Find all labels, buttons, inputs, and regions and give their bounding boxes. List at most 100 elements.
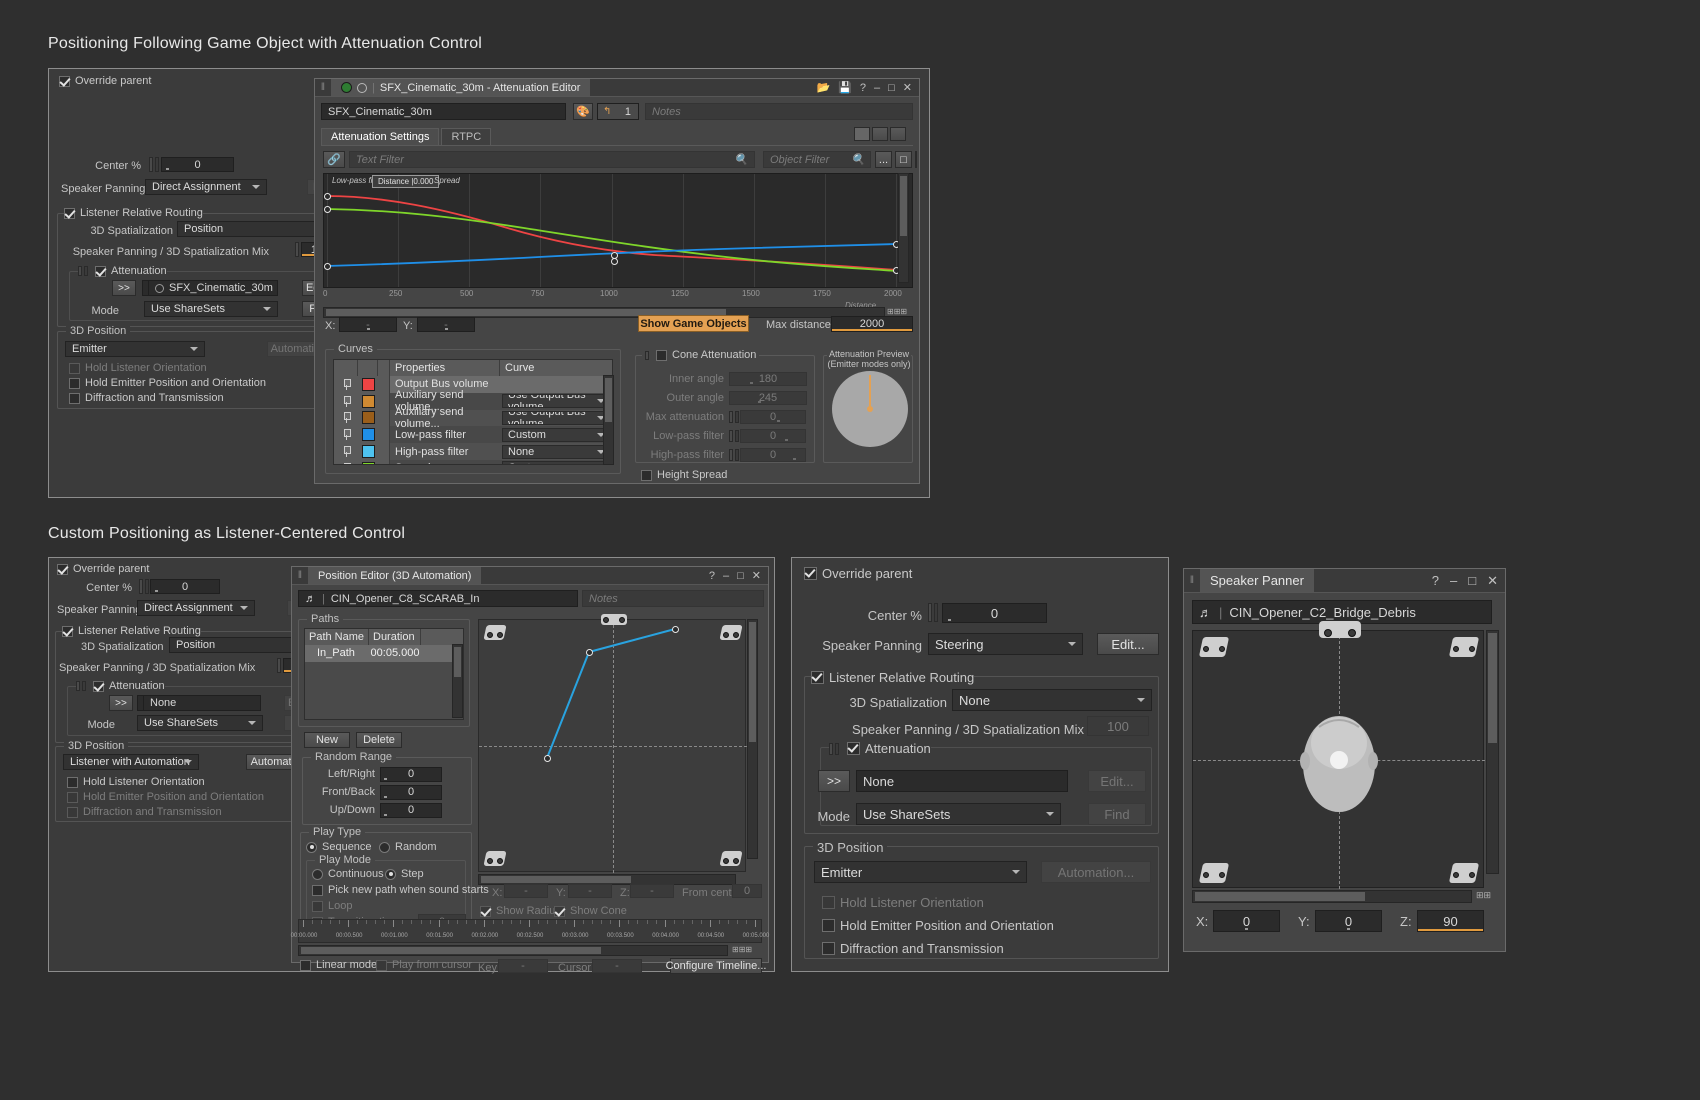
graph-vscrollbar[interactable] bbox=[898, 173, 909, 283]
center-slider-3[interactable] bbox=[928, 603, 938, 622]
window-grip-icon[interactable]: ‖ bbox=[292, 567, 308, 584]
canvas-vscrollbar[interactable] bbox=[747, 619, 758, 859]
curve-knob[interactable] bbox=[324, 263, 331, 270]
show-game-objects-button[interactable]: Show Game Objects bbox=[638, 315, 749, 332]
override-parent-checkbox-1[interactable]: Override parent bbox=[59, 75, 151, 87]
window-grip-icon[interactable]: ‖ bbox=[315, 79, 331, 96]
view-layout-3-button[interactable] bbox=[890, 127, 906, 141]
attenuation-name-field-2[interactable]: None bbox=[143, 695, 261, 711]
curve-color-swatch[interactable] bbox=[358, 426, 378, 444]
attenuation-edit-button-3[interactable]: Edit... bbox=[1088, 770, 1146, 792]
filter-toggle-button[interactable]: □ bbox=[895, 151, 912, 168]
close-icon[interactable]: ✕ bbox=[1487, 573, 1498, 589]
canvas-x-field[interactable]: - bbox=[504, 884, 548, 898]
pin-icon[interactable] bbox=[334, 459, 358, 464]
hold-listener-checkbox-2[interactable]: Hold Listener Orientation bbox=[67, 776, 205, 788]
attenuation-preview-dial[interactable] bbox=[832, 371, 908, 447]
hold-listener-checkbox-1[interactable]: Hold Listener Orientation bbox=[69, 362, 207, 374]
curve-knob[interactable] bbox=[324, 206, 331, 213]
mode-combo-2[interactable]: Use ShareSets bbox=[137, 715, 263, 731]
panner-zoom-controls[interactable]: ⊞⊞ bbox=[1476, 890, 1491, 901]
attenuation-checkbox-1[interactable]: Attenuation bbox=[78, 265, 167, 277]
cone-row-field[interactable]: 245 bbox=[729, 390, 807, 405]
play-mode-step-radio[interactable]: Step bbox=[385, 868, 424, 880]
help-icon[interactable]: ? bbox=[709, 570, 715, 582]
color-palette-button[interactable]: 🎨 bbox=[573, 103, 593, 120]
center-slider-1[interactable] bbox=[149, 157, 159, 172]
link-button[interactable]: 🔗 bbox=[323, 151, 345, 168]
attenuation-browse-button-2[interactable]: >> bbox=[109, 695, 133, 711]
pin-icon[interactable] bbox=[334, 426, 358, 444]
cone-row-field[interactable]: 0 bbox=[740, 447, 806, 462]
curve-combo[interactable]: Use Output Bus volume bbox=[502, 394, 610, 409]
paths-vscrollbar[interactable] bbox=[452, 644, 463, 718]
speaker-panning-combo-2[interactable]: Direct Assignment bbox=[137, 600, 255, 616]
hold-emitter-checkbox-1[interactable]: Hold Emitter Position and Orientation bbox=[69, 377, 266, 389]
canvas-y-field[interactable]: - bbox=[568, 884, 612, 898]
table-row[interactable]: Auxiliary send volume... Use Output Bus v… bbox=[334, 406, 612, 430]
configure-timeline-button[interactable]: Configure Timeline... bbox=[666, 958, 766, 974]
curve-color-swatch[interactable] bbox=[358, 409, 378, 427]
cone-attenuation-checkbox[interactable]: Cone Attenuation bbox=[645, 349, 756, 361]
linear-mode-checkbox[interactable]: Linear mode bbox=[300, 959, 377, 971]
cursor-field[interactable]: - bbox=[592, 959, 642, 973]
panner-x-field[interactable]: 0 bbox=[1213, 910, 1280, 932]
panner-hscrollbar[interactable] bbox=[1192, 890, 1472, 903]
shareset-count-field[interactable]: ↰ 1 bbox=[597, 103, 639, 120]
listener-relative-routing-checkbox-3[interactable]: Listener Relative Routing bbox=[811, 670, 974, 685]
graph-x-readout-field[interactable]: - bbox=[339, 317, 397, 332]
center-percent-field-3[interactable]: 0 bbox=[942, 603, 1047, 623]
diffraction-checkbox-1[interactable]: Diffraction and Transmission bbox=[69, 392, 224, 404]
canvas-z-field[interactable]: - bbox=[630, 884, 674, 898]
play-from-cursor-checkbox[interactable]: Play from cursor bbox=[376, 959, 472, 971]
maximize-icon[interactable]: □ bbox=[888, 82, 895, 94]
cone-row-field[interactable]: 180 bbox=[729, 371, 807, 386]
curve-combo[interactable]: Use Output Bus volume bbox=[502, 410, 610, 425]
help-icon[interactable]: ? bbox=[860, 82, 866, 94]
attenuation-checkbox-3[interactable]: Attenuation bbox=[829, 741, 931, 756]
position-editor-tab[interactable]: Position Editor (3D Automation) bbox=[308, 567, 482, 584]
3d-position-combo-3[interactable]: Emitter bbox=[814, 861, 1027, 883]
speaker-panning-combo-3[interactable]: Steering bbox=[928, 633, 1083, 655]
close-icon[interactable]: ✕ bbox=[752, 569, 761, 582]
speaker-panning-combo-1[interactable]: Direct Assignment bbox=[145, 179, 267, 195]
timeline-ruler[interactable]: 00:00.000 00:00.500 00:01.000 00:01.500 00:0… bbox=[291, 919, 769, 943]
mix-slider-handle-1[interactable] bbox=[295, 242, 299, 257]
help-icon[interactable]: ? bbox=[1432, 573, 1439, 588]
hold-emitter-checkbox-2[interactable]: Hold Emitter Position and Orientation bbox=[67, 791, 264, 803]
listener-relative-routing-checkbox-2[interactable]: Listener Relative Routing bbox=[62, 625, 201, 637]
pin-icon[interactable] bbox=[334, 376, 358, 393]
paths-table[interactable]: Path Name Duration In_Path 00:05.000 bbox=[304, 628, 464, 720]
save-icon[interactable]: 💾 bbox=[838, 81, 852, 94]
tab-rtpc[interactable]: RTPC bbox=[441, 128, 492, 146]
view-layout-1-button[interactable] bbox=[854, 127, 870, 141]
path-point[interactable] bbox=[586, 649, 593, 656]
pin-icon[interactable] bbox=[334, 409, 358, 427]
close-icon[interactable]: ✕ bbox=[903, 81, 912, 94]
loop-checkbox[interactable]: Loop bbox=[312, 900, 352, 912]
maximize-icon[interactable]: □ bbox=[737, 570, 744, 582]
path-point[interactable] bbox=[672, 626, 679, 633]
max-distance-field[interactable]: 2000 bbox=[831, 316, 913, 332]
automation-button-3[interactable]: Automation... bbox=[1041, 861, 1151, 883]
speaker-panner-canvas[interactable] bbox=[1192, 621, 1485, 889]
folder-icon[interactable]: 📂 bbox=[816, 81, 830, 94]
path-canvas[interactable] bbox=[478, 614, 747, 873]
pin-icon[interactable] bbox=[334, 392, 358, 410]
hold-emitter-checkbox-3[interactable]: Hold Emitter Position and Orientation bbox=[822, 918, 1054, 933]
curve-color-swatch[interactable] bbox=[358, 443, 378, 460]
attenuation-checkbox-2[interactable]: Attenuation bbox=[76, 680, 165, 692]
spatialization-combo-3[interactable]: None bbox=[952, 689, 1152, 711]
paths-table-row[interactable]: In_Path 00:05.000 bbox=[305, 645, 463, 662]
curve-knob[interactable] bbox=[324, 193, 331, 200]
play-mode-continuous-radio[interactable]: Continuous bbox=[312, 868, 384, 880]
cone-row-field[interactable]: 0 bbox=[740, 428, 806, 443]
show-cone-checkbox[interactable]: Show Cone bbox=[554, 905, 627, 917]
attenuation-name-field-1[interactable]: SFX_Cinematic_30m bbox=[148, 280, 278, 296]
panner-y-field[interactable]: 0 bbox=[1315, 910, 1382, 932]
maximize-icon[interactable]: □ bbox=[1468, 573, 1476, 588]
mode-combo-3[interactable]: Use ShareSets bbox=[856, 803, 1061, 825]
text-filter-input[interactable]: Text Filter 🔍 bbox=[349, 151, 755, 168]
mix-slider-handle-2[interactable] bbox=[277, 658, 281, 673]
curve-color-swatch[interactable] bbox=[358, 459, 378, 464]
